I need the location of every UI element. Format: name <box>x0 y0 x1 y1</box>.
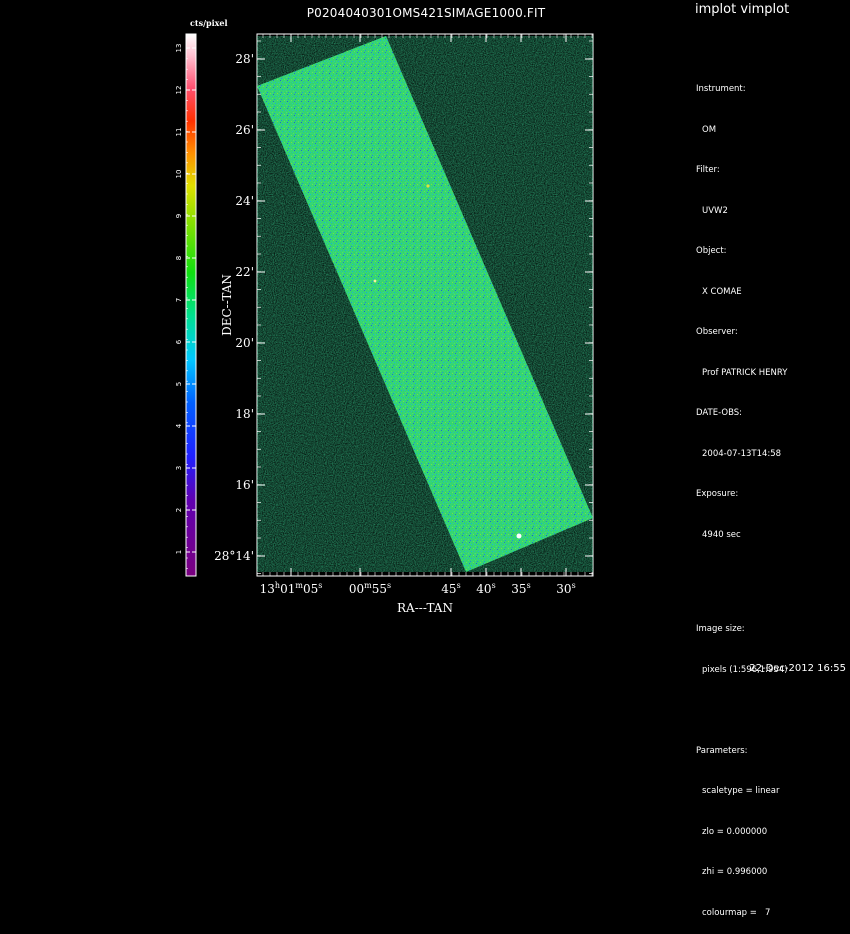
colorbar-tick-label: 13 <box>175 44 183 53</box>
observer-value: Prof PATRICK HENRY <box>702 367 788 378</box>
colorbar-tick-label: 9 <box>175 214 183 218</box>
sky-image <box>257 36 593 572</box>
param-zlo: zlo = 0.000000 <box>702 826 768 837</box>
date-value: 2004-07-13T14:58 <box>702 448 782 459</box>
y-tick-label: 16' <box>235 478 254 492</box>
y-tick-label: 20' <box>235 336 254 350</box>
colorbar <box>185 33 197 577</box>
colorbar-tick-label: 10 <box>175 170 183 179</box>
param-colourmap: colourmap = 7 <box>702 907 771 918</box>
colorbar-tick-label: 6 <box>175 339 183 344</box>
filter-label: Filter: <box>696 165 720 175</box>
x-tick-label: 30s <box>556 581 575 596</box>
param-zhi: zhi = 0.996000 <box>702 867 768 877</box>
y-tick-label: 28' <box>235 52 254 66</box>
exposure-label: Exposure: <box>696 489 739 499</box>
colorbar-tick-label: 7 <box>175 298 183 302</box>
y-tick-label: 22' <box>235 265 254 279</box>
x-axis-label: RA---TAN <box>397 601 453 615</box>
timestamp: 22-Dec-2012 16:55 <box>749 663 846 674</box>
instrument-value: OM <box>702 124 717 135</box>
y-tick-label: 18' <box>235 407 254 421</box>
x-tick-label: 13h01m05s <box>260 581 323 596</box>
parameters-label: Parameters: <box>696 745 748 756</box>
colorbar-tick-label: 11 <box>175 128 183 137</box>
bright-source <box>516 533 522 539</box>
object-value: X COMAE <box>702 286 742 297</box>
image-size-label: Image size: <box>696 624 745 634</box>
colorbar-tick-label: 3 <box>175 466 183 470</box>
y-tick-label: 26' <box>235 123 254 137</box>
object-label: Object: <box>696 246 727 256</box>
x-tick-label: 00m55s <box>349 581 391 596</box>
instrument-label: Instrument: <box>696 84 746 94</box>
info-panel: Instrument: OM Filter: UVW2 Object: X CO… <box>696 56 788 934</box>
x-tick-label: 35s <box>511 581 530 596</box>
colorbar-tick-label: 1 <box>175 550 183 554</box>
y-tick-label: 28°14' <box>214 549 254 563</box>
x-tick-label: 45s <box>441 581 460 596</box>
colorbar-tick-label: 4 <box>175 423 183 428</box>
colorbar-tick-label: 2 <box>175 508 183 512</box>
date-label: DATE-OBS: <box>696 408 743 418</box>
y-axis-label: DEC--TAN <box>220 274 234 336</box>
observer-label: Observer: <box>696 327 738 337</box>
y-tick-label: 24' <box>235 194 254 208</box>
filter-value: UVW2 <box>702 205 728 216</box>
colorbar-tick-label: 5 <box>175 382 183 386</box>
colorbar-tick-label: 8 <box>175 256 183 260</box>
exposure-value: 4940 sec <box>702 529 741 540</box>
x-tick-label: 40s <box>476 581 495 596</box>
colorbar-tick-label: 12 <box>175 86 183 95</box>
param-scaletype: scaletype = linear <box>702 786 780 796</box>
